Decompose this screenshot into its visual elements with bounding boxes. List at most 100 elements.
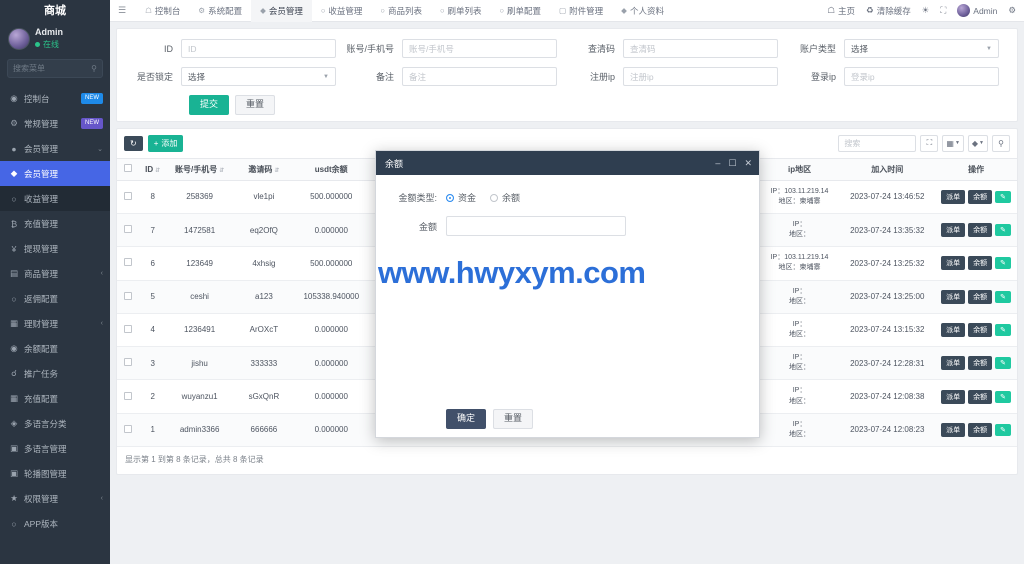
account-type-select[interactable]: 选择 ▼ (844, 39, 999, 58)
row-checkbox[interactable] (117, 313, 139, 346)
sidebar-item-general-settings[interactable]: ⚙ 常规管理 NEW (0, 111, 110, 136)
modal-reset-button[interactable]: 重置 (493, 409, 533, 429)
sidebar-item-member-management[interactable]: ◆ 会员管理 (0, 161, 110, 186)
sidebar-item-finance-management[interactable]: ▦ 理财管理 ‹ (0, 311, 110, 336)
tab-order-list[interactable]: ○ 刷单列表 (431, 0, 491, 22)
close-icon[interactable]: ✕ (744, 158, 752, 169)
amount-input[interactable] (446, 216, 626, 236)
pencil-icon[interactable]: ✎ (995, 191, 1011, 203)
balance-button[interactable]: 余额 (968, 390, 992, 404)
pencil-icon[interactable]: ✎ (995, 324, 1011, 336)
col-invite-code[interactable]: 邀请码⇵ (233, 158, 294, 180)
user-menu[interactable]: Admin (957, 4, 997, 17)
row-checkbox[interactable] (117, 213, 139, 246)
sidebar-item-carousel-management[interactable]: ▣ 轮播图管理 (0, 461, 110, 486)
pencil-icon[interactable]: ✎ (995, 257, 1011, 269)
pencil-icon[interactable]: ✎ (995, 424, 1011, 436)
balance-button[interactable]: 余额 (968, 256, 992, 270)
sidebar-item-permission-management[interactable]: ★ 权限管理 ‹ (0, 486, 110, 511)
sidebar-item-commission-config[interactable]: ○ 返佣配置 (0, 286, 110, 311)
search-icon[interactable]: ⚲ (992, 135, 1010, 152)
account-input[interactable]: 账号/手机号 (402, 39, 557, 58)
sidebar-group-member[interactable]: ● 会员管理 ⌄ (0, 136, 110, 161)
columns-icon[interactable]: ▦▼ (942, 135, 964, 152)
add-button[interactable]: + 添加 (148, 135, 184, 152)
balance-button[interactable]: 余额 (968, 223, 992, 237)
tab-product-list[interactable]: ○ 商品列表 (371, 0, 431, 22)
fullscreen-icon[interactable]: ⛶ (940, 5, 946, 16)
sidebar-item-promotion-task[interactable]: ☌ 推广任务 (0, 361, 110, 386)
balance-button[interactable]: 余额 (968, 190, 992, 204)
theme-icon[interactable]: ☀ (922, 5, 930, 16)
tab-income-management[interactable]: ○ 收益管理 (312, 0, 372, 22)
col-operation[interactable]: 操作 (935, 158, 1017, 180)
row-checkbox[interactable] (117, 247, 139, 280)
sidebar-item-dashboard[interactable]: ◉ 控制台 NEW (0, 86, 110, 111)
dispatch-button[interactable]: 派单 (941, 390, 965, 404)
col-join-time[interactable]: 加入时间 (839, 158, 935, 180)
note-input[interactable]: 备注 (402, 67, 557, 86)
sidebar-item-recharge-config[interactable]: ▦ 充值配置 (0, 386, 110, 411)
login-ip-input[interactable]: 登录ip (844, 67, 999, 86)
balance-button[interactable]: 余额 (968, 323, 992, 337)
dispatch-button[interactable]: 派单 (941, 190, 965, 204)
tab-profile[interactable]: ◆ 个人资料 (612, 0, 673, 22)
id-input[interactable]: ID (181, 39, 336, 58)
tab-system-config[interactable]: ⚙ 系统配置 (189, 0, 251, 22)
invite-code-input[interactable]: 查清码 (623, 39, 778, 58)
hamburger-icon[interactable]: ☰ (118, 5, 126, 16)
fullscreen-icon[interactable]: ⛶ (920, 135, 938, 152)
is-locked-select[interactable]: 选择 ▼ (181, 67, 336, 86)
radio-balance[interactable]: 余额 (490, 191, 520, 204)
sidebar-item-withdraw-management[interactable]: ¥ 提现管理 (0, 236, 110, 261)
sidebar-item-language-management[interactable]: ▣ 多语言管理 (0, 436, 110, 461)
sidebar-item-income-management[interactable]: ○ 收益管理 (0, 186, 110, 211)
col-account[interactable]: 账号/手机号⇵ (166, 158, 233, 180)
dispatch-button[interactable]: 派单 (941, 356, 965, 370)
row-checkbox[interactable] (117, 280, 139, 313)
pencil-icon[interactable]: ✎ (995, 291, 1011, 303)
tab-member-management[interactable]: ◆ 会员管理 (251, 0, 312, 22)
user-profile[interactable]: Admin 在线 (0, 22, 110, 57)
dispatch-button[interactable]: 派单 (941, 290, 965, 304)
row-checkbox[interactable] (117, 380, 139, 413)
table-search-input[interactable]: 搜索 (838, 135, 916, 152)
pencil-icon[interactable]: ✎ (995, 357, 1011, 369)
balance-button[interactable]: 余额 (968, 290, 992, 304)
dispatch-button[interactable]: 派单 (941, 223, 965, 237)
balance-button[interactable]: 余额 (968, 423, 992, 437)
dispatch-button[interactable]: 派单 (941, 423, 965, 437)
modal-confirm-button[interactable]: 确定 (446, 409, 486, 429)
register-ip-input[interactable]: 注册ip (623, 67, 778, 86)
minimize-icon[interactable]: – (715, 158, 720, 168)
row-checkbox[interactable] (117, 180, 139, 213)
select-all-checkbox[interactable] (117, 158, 139, 180)
col-usdt-balance[interactable]: usdt余额 (295, 158, 368, 180)
export-icon[interactable]: ◆▼ (968, 135, 988, 152)
sidebar-item-product-management[interactable]: ▤ 商品管理 ‹ (0, 261, 110, 286)
tab-dashboard[interactable]: ☖ 控制台 (136, 0, 189, 22)
col-ip-region[interactable]: ip地区 (760, 158, 840, 180)
gear-icon[interactable]: ⚙ (1008, 5, 1016, 16)
clear-cache-button[interactable]: ♻ 清除缓存 (866, 5, 911, 17)
pencil-icon[interactable]: ✎ (995, 224, 1011, 236)
sidebar-item-language-category[interactable]: ◈ 多语言分类 (0, 411, 110, 436)
col-id[interactable]: ID⇵ (139, 158, 166, 180)
dispatch-button[interactable]: 派单 (941, 323, 965, 337)
tab-attachment-management[interactable]: ▢ 附件管理 (550, 0, 612, 22)
row-checkbox[interactable] (117, 413, 139, 446)
sidebar-search-input[interactable]: 搜索菜单 ⚲ (7, 59, 103, 78)
sidebar-item-balance-config[interactable]: ◉ 余额配置 (0, 336, 110, 361)
maximize-icon[interactable]: ☐ (728, 158, 736, 169)
pencil-icon[interactable]: ✎ (995, 391, 1011, 403)
submit-button[interactable]: 提交 (189, 95, 229, 115)
row-checkbox[interactable] (117, 347, 139, 380)
home-link[interactable]: ☖ 主页 (827, 5, 855, 17)
refresh-button[interactable]: ↻ (124, 136, 143, 151)
radio-funds[interactable]: 资金 (446, 191, 476, 204)
sidebar-item-recharge-management[interactable]: ₿ 充值管理 (0, 211, 110, 236)
sidebar-item-app-version[interactable]: ○ APP版本 (0, 511, 110, 536)
tab-order-config[interactable]: ○ 刷单配置 (491, 0, 551, 22)
balance-button[interactable]: 余额 (968, 356, 992, 370)
dispatch-button[interactable]: 派单 (941, 256, 965, 270)
